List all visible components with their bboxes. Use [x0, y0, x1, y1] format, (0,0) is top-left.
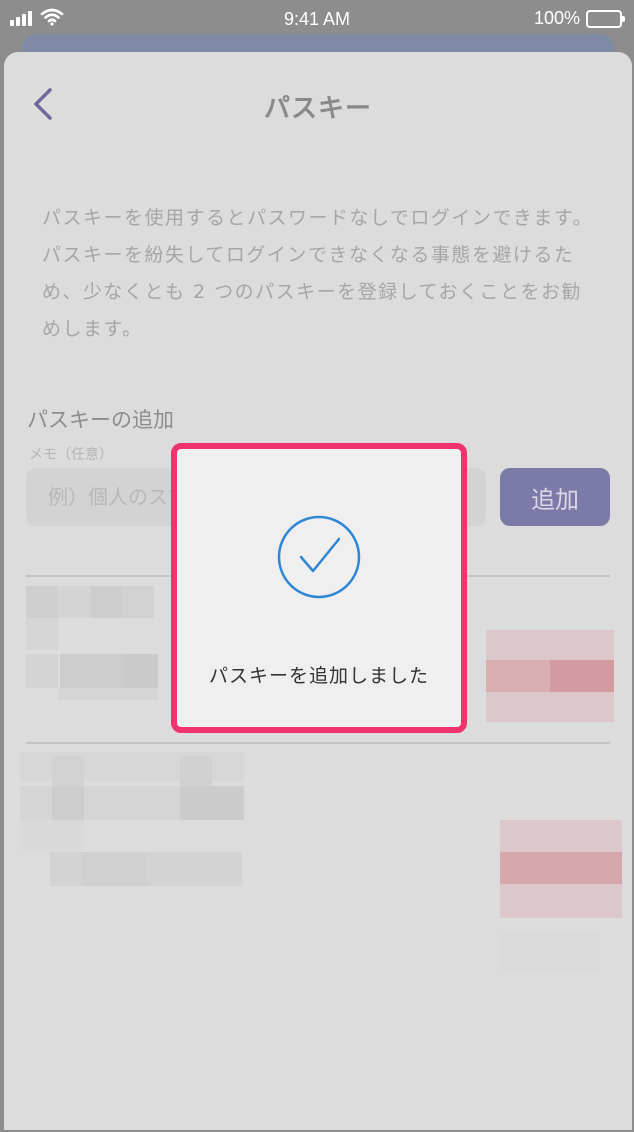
divider	[26, 742, 610, 744]
add-section-title: パスキーの追加	[27, 408, 174, 432]
check-circle-icon	[277, 515, 361, 599]
add-button[interactable]: 追加	[500, 468, 610, 526]
page-title: パスキー	[263, 94, 372, 124]
battery-percent: 100%	[533, 8, 580, 28]
passkey-list-item	[4, 752, 632, 942]
status-right: 100%	[533, 8, 625, 29]
description-text: パスキーを使用するとパスワードなしでログインできます。パスキーを紛失してログイン…	[42, 207, 594, 340]
status-bar: 9:41 AM 100%	[0, 0, 634, 38]
memo-label: メモ（任意）	[29, 447, 113, 463]
battery-icon	[586, 9, 625, 28]
dialog-message: パスキーを追加しました	[208, 665, 429, 687]
success-dialog: パスキーを追加しました	[171, 443, 467, 733]
blur-region	[500, 932, 600, 972]
